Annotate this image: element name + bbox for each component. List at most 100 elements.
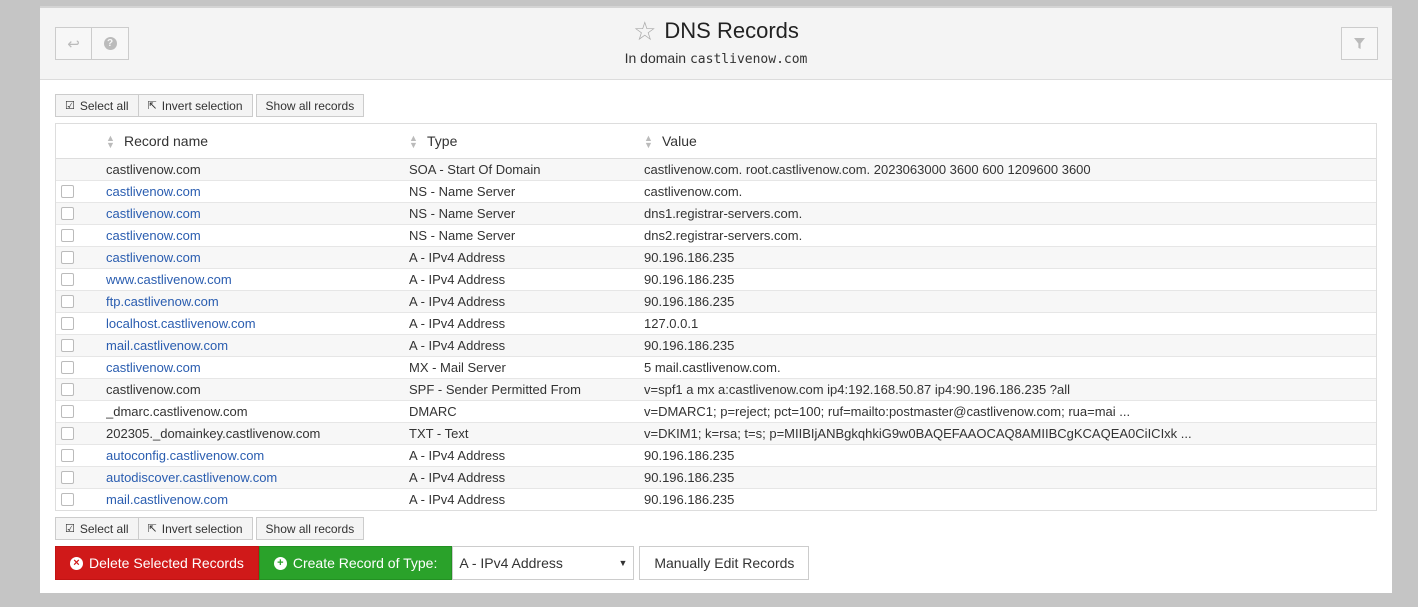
column-header-value[interactable]: ▲ ▼ Value	[644, 124, 1376, 159]
record-type-cell: MX - Mail Server	[409, 355, 644, 378]
row-checkbox-cell	[56, 267, 106, 290]
row-checkbox[interactable]	[61, 228, 74, 242]
row-checkbox-cell	[56, 311, 106, 334]
dns-records-panel: ↩ ? ☆ DNS Records In domain castlivenow.…	[40, 6, 1392, 593]
column-header-record-name[interactable]: ▲ ▼ Record name	[106, 124, 409, 159]
invert-selection-button[interactable]: ⇱ Invert selection	[138, 517, 253, 540]
record-name-cell[interactable]: www.castlivenow.com	[106, 267, 409, 290]
row-checkbox-cell	[56, 443, 106, 466]
record-name-cell[interactable]: autodiscover.castlivenow.com	[106, 465, 409, 488]
row-checkbox-cell	[56, 487, 106, 510]
record-type-cell: A - IPv4 Address	[409, 311, 644, 334]
record-name-cell: castlivenow.com	[106, 157, 409, 180]
table-row: mail.castlivenow.com A - IPv4 Address 90.1…	[56, 333, 1376, 356]
table-row: castlivenow.com SPF - Sender Permitted Fr…	[56, 377, 1376, 400]
row-checkbox-cell	[56, 223, 106, 246]
top-selection-toolbar: ☑ Select all ⇱ Invert selection Show all…	[55, 94, 365, 117]
record-name-cell[interactable]: castlivenow.com	[106, 355, 409, 378]
record-type-cell: SOA - Start Of Domain	[409, 157, 644, 180]
select-all-button[interactable]: ☑ Select all	[55, 94, 139, 117]
record-value-cell: v=spf1 a mx a:castlivenow.com ip4:192.16…	[644, 377, 1376, 400]
row-checkbox[interactable]	[61, 404, 74, 418]
invert-selection-button[interactable]: ⇱ Invert selection	[138, 94, 253, 117]
times-circle-icon: ×	[70, 556, 83, 570]
row-checkbox[interactable]	[61, 426, 74, 440]
record-value-cell: 90.196.186.235	[644, 245, 1376, 268]
selection-button-group: ☑ Select all ⇱ Invert selection	[55, 94, 253, 117]
manual-edit-label: Manually Edit Records	[654, 555, 795, 571]
row-checkbox-cell	[56, 289, 106, 312]
record-value-cell: 90.196.186.235	[644, 267, 1376, 290]
row-checkbox[interactable]	[61, 448, 74, 462]
row-checkbox-cell	[56, 157, 106, 180]
row-checkbox-cell	[56, 333, 106, 356]
select-all-button[interactable]: ☑ Select all	[55, 517, 139, 540]
title-area: ☆ DNS Records In domain castlivenow.com	[40, 18, 1392, 67]
record-type-cell: NS - Name Server	[409, 201, 644, 224]
row-checkbox-cell	[56, 245, 106, 268]
create-label: Create Record of Type:	[292, 555, 438, 571]
record-type-cell: NS - Name Server	[409, 179, 644, 202]
record-value-cell: 90.196.186.235	[644, 289, 1376, 312]
table-header-row: ▲ ▼ Record name ▲ ▼ Type ▲ ▼ Value	[56, 124, 1376, 159]
row-checkbox[interactable]	[61, 294, 74, 308]
record-name-cell: castlivenow.com	[106, 377, 409, 400]
delete-selected-records-button[interactable]: × Delete Selected Records	[55, 546, 259, 580]
star-icon[interactable]: ☆	[633, 18, 656, 44]
record-type-select[interactable]: A - IPv4 Address ▼	[452, 546, 635, 580]
record-value-cell: 90.196.186.235	[644, 333, 1376, 356]
table-row: autoconfig.castlivenow.com A - IPv4 Addre…	[56, 443, 1376, 466]
create-record-button[interactable]: + Create Record of Type:	[258, 546, 453, 580]
filter-button[interactable]	[1341, 27, 1378, 60]
record-type-cell: NS - Name Server	[409, 223, 644, 246]
row-checkbox[interactable]	[61, 184, 74, 198]
show-all-label: Show all records	[265, 98, 355, 113]
record-name-cell[interactable]: castlivenow.com	[106, 223, 409, 246]
domain-name: castlivenow.com	[689, 52, 808, 67]
table-row: localhost.castlivenow.com A - IPv4 Addres…	[56, 311, 1376, 334]
record-type-cell: A - IPv4 Address	[409, 333, 644, 356]
table-row: _dmarc.castlivenow.com DMARC v=DMARC1; p=r…	[56, 399, 1376, 422]
record-name-cell[interactable]: mail.castlivenow.com	[106, 333, 409, 356]
invert-selection-label: Invert selection	[161, 98, 243, 113]
record-value-cell: v=DKIM1; k=rsa; t=s; p=MIIBIjANBgkqhkiG9…	[644, 421, 1376, 444]
show-all-records-button[interactable]: Show all records	[255, 517, 365, 540]
records-table: ▲ ▼ Record name ▲ ▼ Type ▲ ▼ Value castlivenow…	[55, 123, 1377, 511]
record-name-cell[interactable]: castlivenow.com	[106, 245, 409, 268]
row-checkbox[interactable]	[61, 360, 74, 374]
checkbox-column-header	[56, 124, 106, 159]
row-checkbox[interactable]	[61, 316, 74, 330]
row-checkbox[interactable]	[61, 272, 74, 286]
record-name-cell[interactable]: mail.castlivenow.com	[106, 487, 409, 510]
row-checkbox[interactable]	[61, 206, 74, 220]
table-row: mail.castlivenow.com A - IPv4 Address 90.1…	[56, 487, 1376, 510]
column-header-type[interactable]: ▲ ▼ Type	[409, 124, 644, 159]
delete-label: Delete Selected Records	[89, 555, 244, 571]
row-checkbox[interactable]	[61, 492, 74, 506]
record-name-cell[interactable]: castlivenow.com	[106, 201, 409, 224]
row-checkbox-cell	[56, 355, 106, 378]
sort-icon: ▲ ▼	[409, 132, 418, 150]
manually-edit-records-button[interactable]: Manually Edit Records	[639, 546, 810, 580]
row-checkbox[interactable]	[61, 250, 74, 264]
row-checkbox-cell	[56, 377, 106, 400]
record-type-cell: A - IPv4 Address	[409, 443, 644, 466]
row-checkbox-cell	[56, 465, 106, 488]
row-checkbox[interactable]	[61, 470, 74, 484]
record-name-cell[interactable]: castlivenow.com	[106, 179, 409, 202]
table-row: castlivenow.com NS - Name Server dns2.regi…	[56, 223, 1376, 246]
record-type-cell: SPF - Sender Permitted From	[409, 377, 644, 400]
record-type-cell: A - IPv4 Address	[409, 487, 644, 510]
record-name-cell[interactable]: ftp.castlivenow.com	[106, 289, 409, 312]
sort-icon: ▲ ▼	[106, 132, 115, 150]
record-name-cell[interactable]: autoconfig.castlivenow.com	[106, 443, 409, 466]
row-checkbox[interactable]	[61, 338, 74, 352]
row-checkbox-cell	[56, 201, 106, 224]
record-name-cell[interactable]: localhost.castlivenow.com	[106, 311, 409, 334]
sort-icon: ▲ ▼	[644, 132, 653, 150]
record-type-cell: A - IPv4 Address	[409, 465, 644, 488]
row-checkbox[interactable]	[61, 382, 74, 396]
record-value-cell: 90.196.186.235	[644, 487, 1376, 510]
show-all-records-button[interactable]: Show all records	[255, 94, 365, 117]
selection-button-group: ☑ Select all ⇱ Invert selection	[55, 517, 253, 540]
